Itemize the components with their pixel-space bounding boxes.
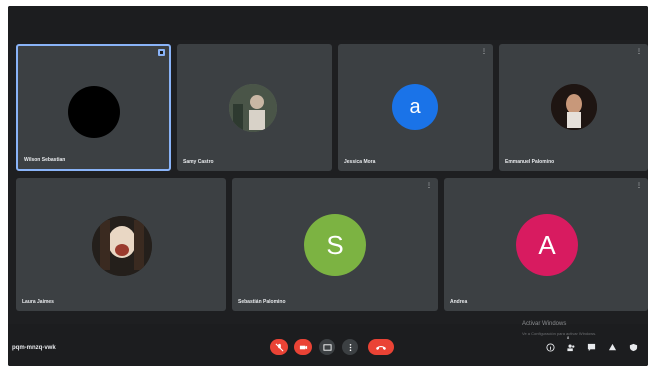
info-icon bbox=[545, 342, 555, 352]
activities-button[interactable] bbox=[607, 342, 617, 352]
participant-tile[interactable]: ⋮ A Andrea bbox=[444, 178, 648, 311]
profile-photo-icon bbox=[92, 216, 152, 276]
activities-icon bbox=[608, 343, 616, 350]
avatar bbox=[68, 86, 120, 138]
people-icon bbox=[567, 344, 575, 351]
participant-tile[interactable]: Samy Castro bbox=[177, 44, 332, 171]
windows-activation-watermark: Activar Windows Ve a Configuración para … bbox=[522, 320, 596, 338]
participant-name: Wilson Sebastian bbox=[24, 157, 66, 163]
participant-name: Laura Jaimes bbox=[22, 299, 54, 305]
pin-icon[interactable] bbox=[158, 49, 165, 56]
participant-name: Jessica Mora bbox=[344, 159, 376, 165]
participant-tile[interactable]: Laura Jaimes bbox=[16, 178, 226, 311]
people-button[interactable] bbox=[566, 342, 576, 352]
profile-photo-icon bbox=[229, 84, 277, 132]
participant-tile[interactable]: Wilson Sebastian bbox=[16, 44, 171, 171]
more-options-icon[interactable]: ⋮ bbox=[426, 182, 432, 189]
camera-toggle-button[interactable] bbox=[294, 339, 312, 355]
mic-off-icon bbox=[275, 343, 283, 351]
avatar: S bbox=[304, 214, 366, 276]
participant-name: Sebastián Palomino bbox=[238, 299, 286, 305]
avatar-initial: S bbox=[326, 229, 344, 260]
profile-photo-icon bbox=[551, 84, 597, 130]
more-options-button[interactable] bbox=[342, 339, 358, 355]
participant-tile[interactable]: ⋮ a Jessica Mora bbox=[338, 44, 493, 171]
camera-off-icon bbox=[299, 345, 307, 349]
participant-name: Emmanuel Palomino bbox=[505, 159, 555, 165]
chat-icon bbox=[587, 343, 595, 351]
watermark-title: Activar Windows bbox=[522, 321, 567, 327]
participant-count-badge: 8 bbox=[567, 335, 570, 340]
avatar: a bbox=[392, 84, 438, 130]
top-bar bbox=[8, 6, 648, 40]
leave-call-icon bbox=[376, 346, 386, 350]
meet-window: Wilson Sebastian Samy Castro ⋮ a Jessica… bbox=[8, 6, 648, 366]
info-button[interactable] bbox=[545, 342, 555, 352]
participant-name: Samy Castro bbox=[183, 159, 214, 165]
more-icon bbox=[349, 343, 351, 351]
meeting-code: pqm-mnzq-vwk bbox=[12, 345, 56, 351]
captions-button[interactable] bbox=[319, 339, 335, 355]
more-options-icon[interactable]: ⋮ bbox=[481, 48, 487, 55]
avatar bbox=[551, 84, 597, 130]
host-controls-button[interactable] bbox=[628, 342, 638, 352]
chat-button[interactable] bbox=[586, 342, 596, 352]
leave-call-button[interactable] bbox=[368, 339, 394, 355]
participant-tile[interactable]: ⋮ S Sebastián Palomino bbox=[232, 178, 438, 311]
participant-name: Andrea bbox=[450, 299, 468, 305]
captions-icon bbox=[322, 343, 332, 351]
more-options-icon[interactable]: ⋮ bbox=[636, 48, 642, 55]
watermark-subtitle: Ve a Configuración para activar Windows. bbox=[522, 331, 597, 336]
avatar bbox=[92, 216, 152, 276]
avatar: A bbox=[516, 214, 578, 276]
more-options-icon[interactable]: ⋮ bbox=[636, 182, 642, 189]
avatar-initial: a bbox=[409, 95, 421, 118]
shield-icon bbox=[629, 343, 637, 351]
mic-toggle-button[interactable] bbox=[270, 339, 288, 355]
participant-tile[interactable]: ⋮ Emmanuel Palomino bbox=[499, 44, 648, 171]
avatar-initial: A bbox=[538, 229, 556, 260]
avatar bbox=[229, 84, 277, 132]
